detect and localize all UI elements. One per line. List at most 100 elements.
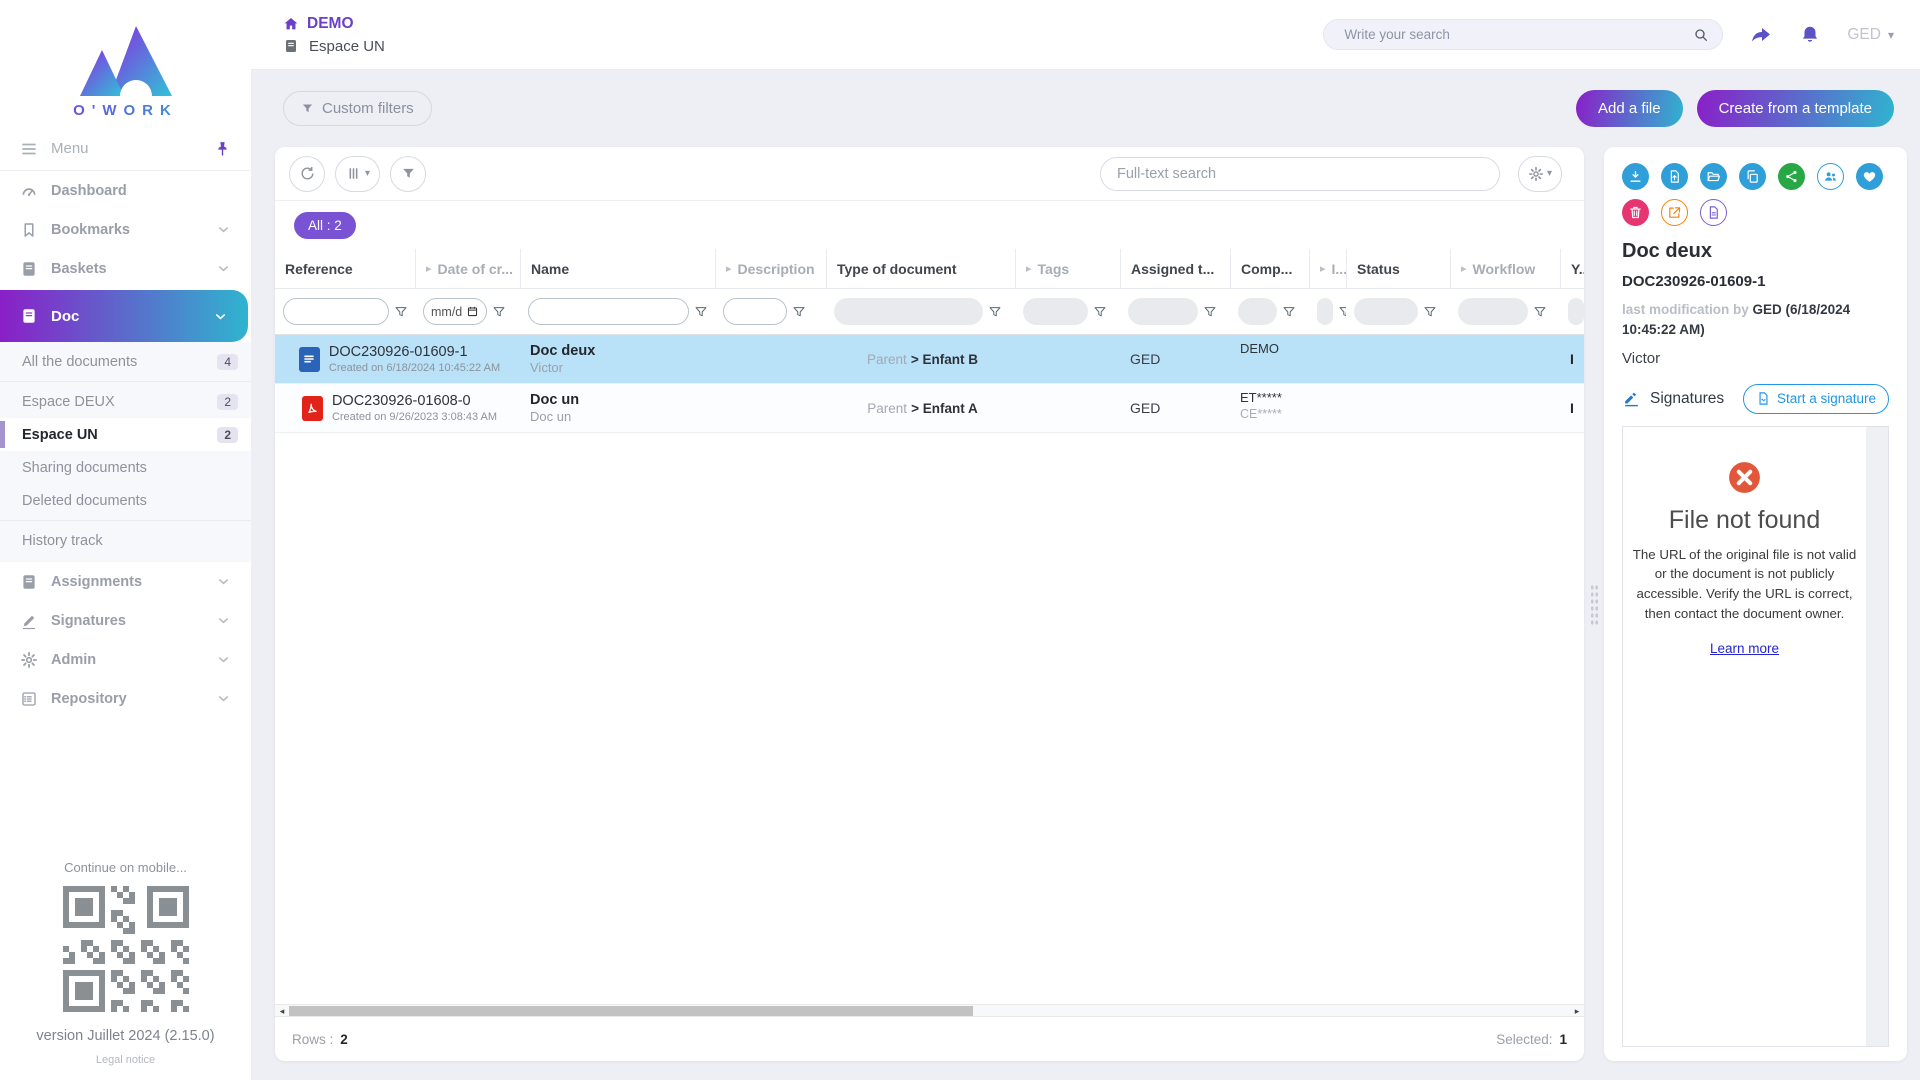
sidebar-item-repository[interactable]: Repository [0,679,251,718]
sidebar-item-dashboard[interactable]: Dashboard [0,171,251,210]
column-funnel-icon[interactable] [1093,305,1107,319]
search-icon[interactable] [1693,27,1709,43]
column-header-9[interactable]: Status [1346,249,1450,288]
sidebar-subitem-espace-un[interactable]: Espace UN2 [0,418,251,451]
sidebar-item-baskets[interactable]: Baskets [0,249,251,288]
sidebar-item-signatures[interactable]: Signatures [0,601,251,640]
heart-button[interactable] [1856,163,1883,190]
filter-input[interactable] [283,298,389,325]
column-header-10[interactable]: ▸Workflow [1450,249,1560,288]
filter-select[interactable] [1317,298,1333,325]
column-funnel-icon[interactable] [1423,305,1437,319]
filter-select[interactable] [834,298,983,325]
column-funnel-icon[interactable] [1533,305,1547,319]
people-button[interactable] [1817,163,1844,190]
filter-input[interactable] [528,298,689,325]
column-funnel-icon[interactable] [492,305,506,319]
filter-select[interactable] [1458,298,1528,325]
filter-select[interactable] [1354,298,1418,325]
scrollbar-thumb[interactable] [289,1006,973,1016]
name-text: Doc un [530,392,709,408]
sidebar-subitem-history-track[interactable]: History track [0,524,251,557]
assigned-text: GED [1130,400,1224,416]
copy-button[interactable] [1739,163,1766,190]
column-header-1[interactable]: ▸Date of cr... [415,249,520,288]
trash-button[interactable] [1622,199,1649,226]
column-header-6[interactable]: Assigned t... [1120,249,1230,288]
space-crumb[interactable]: Espace UN [283,38,385,55]
pin-icon[interactable] [214,140,231,157]
scroll-left-arrow[interactable]: ◂ [275,1005,289,1017]
sidebar-item-admin[interactable]: Admin [0,640,251,679]
workspace-crumb[interactable]: DEMO [283,15,385,33]
cell-description [715,335,826,383]
filter-input[interactable] [723,298,787,325]
word-file-icon [299,347,320,372]
table-row[interactable]: DOC230926-01608-0Created on 9/26/2023 3:… [275,384,1584,433]
learn-more-link[interactable]: Learn more [1710,641,1779,656]
column-funnel-icon[interactable] [792,305,806,319]
custom-filters-label: Custom filters [322,100,414,117]
custom-filters-button[interactable]: Custom filters [283,91,432,126]
table-settings-button[interactable]: ▾ [1518,156,1562,192]
column-funnel-icon[interactable] [394,305,408,319]
table-footer: Rows : 2 Selected: 1 [275,1017,1584,1061]
column-funnel-icon[interactable] [988,305,1002,319]
tab-all[interactable]: All : 2 [294,212,356,239]
filter-select[interactable] [1023,298,1088,325]
filter-select[interactable] [1128,298,1198,325]
document-button[interactable] [1700,199,1727,226]
column-header-0[interactable]: Reference [275,249,415,288]
sidebar-item-assignments[interactable]: Assignments [0,562,251,601]
sidebar-subitem-all-the-documents[interactable]: All the documents4 [0,345,251,378]
legal-notice-link[interactable]: Legal notice [96,1054,155,1066]
add-file-button[interactable]: Add a file [1576,90,1683,127]
book-icon [20,260,38,278]
sidebar-subitem-espace-deux[interactable]: Espace DEUX2 [0,385,251,418]
sidebar-item-bookmarks[interactable]: Bookmarks [0,210,251,249]
table-row[interactable]: DOC230926-01609-1Created on 6/18/2024 10… [275,335,1584,384]
sidebar-item-doc[interactable]: Doc [0,290,248,342]
refresh-button[interactable] [289,156,325,192]
cell-clipped: I [1560,384,1584,432]
column-header-3[interactable]: ▸Description [715,249,826,288]
horizontal-scrollbar[interactable]: ◂ ▸ [275,1004,1584,1017]
panel-resize-handle[interactable] [1590,584,1599,626]
column-funnel-icon[interactable] [694,305,708,319]
column-header-2[interactable]: Name [520,249,715,288]
sidebar-subitem-sharing-documents[interactable]: Sharing documents [0,451,251,484]
date-filter-input[interactable]: mm/d [423,298,487,325]
create-from-template-button[interactable]: Create from a template [1697,90,1894,127]
filter-button[interactable] [390,156,426,192]
filter-select[interactable] [1568,298,1584,325]
column-header-7[interactable]: Comp... [1230,249,1309,288]
share-button[interactable] [1778,163,1805,190]
scroll-right-arrow[interactable]: ▸ [1570,1005,1584,1017]
file-upload-button[interactable] [1661,163,1688,190]
column-funnel-icon[interactable] [1282,305,1296,319]
type-prefix: Parent [867,352,907,367]
sidebar-subitem-deleted-documents[interactable]: Deleted documents [0,484,251,517]
download-button[interactable] [1622,163,1649,190]
user-menu[interactable]: GED ▾ [1847,26,1894,44]
notifications-button[interactable] [1799,24,1821,46]
column-funnel-icon[interactable] [1203,305,1217,319]
sort-arrow-icon: ▸ [1026,262,1032,275]
column-header-8[interactable]: ▸I... [1309,249,1346,288]
fulltext-search-input[interactable] [1100,157,1500,191]
columns-button[interactable]: ▾ [335,156,380,192]
external-link-button[interactable] [1661,199,1688,226]
folder-open-button[interactable] [1700,163,1727,190]
column-header-4[interactable]: Type of document [826,249,1015,288]
column-header-11[interactable]: Y... [1560,249,1584,288]
column-header-5[interactable]: ▸Tags [1015,249,1120,288]
main-content: ▾ ▾ All : 2 Reference▸Date of cr...Name▸… [251,147,1920,1080]
menu-toggle[interactable]: Menu [0,127,251,171]
global-search-input[interactable] [1342,26,1684,43]
column-funnel-icon[interactable] [1338,305,1346,319]
user-name: GED [1847,26,1881,44]
start-signature-button[interactable]: Start a signature [1743,384,1889,414]
filter-select[interactable] [1238,298,1277,325]
share-button[interactable] [1749,23,1773,47]
signatures-row: Signatures Start a signature [1622,384,1889,414]
